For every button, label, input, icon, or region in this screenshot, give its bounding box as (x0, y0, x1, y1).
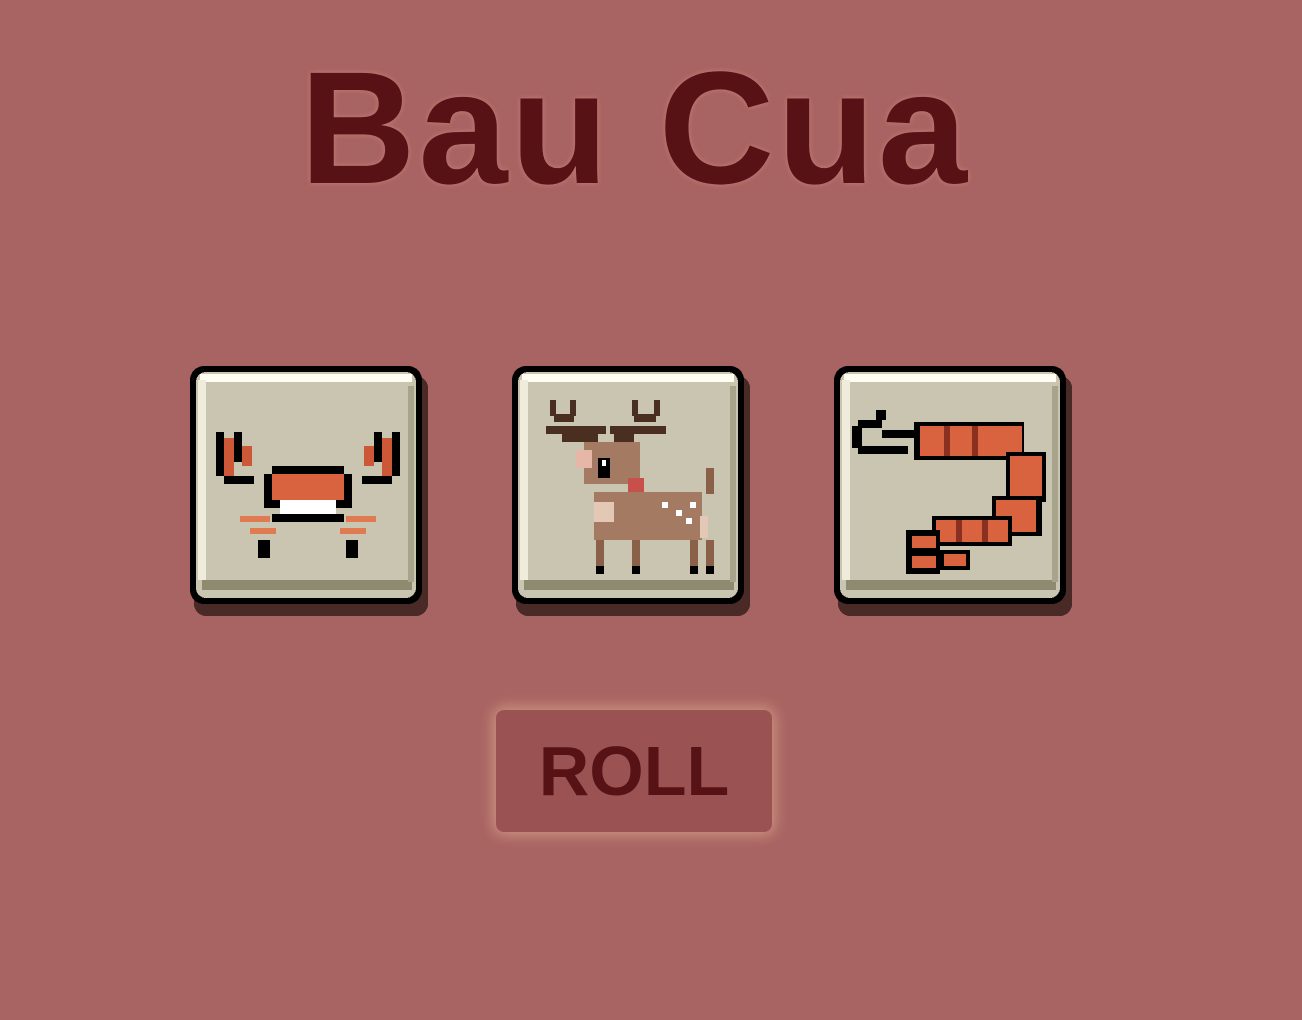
game-title: Bau Cua (300, 38, 970, 217)
die-1 (188, 366, 428, 616)
die-3 (832, 366, 1072, 616)
dice-row (0, 366, 1302, 616)
roll-button[interactable]: ROLL (496, 710, 772, 832)
game-screen: Bau Cua ROLL (0, 0, 1302, 1020)
die-2 (510, 366, 750, 616)
